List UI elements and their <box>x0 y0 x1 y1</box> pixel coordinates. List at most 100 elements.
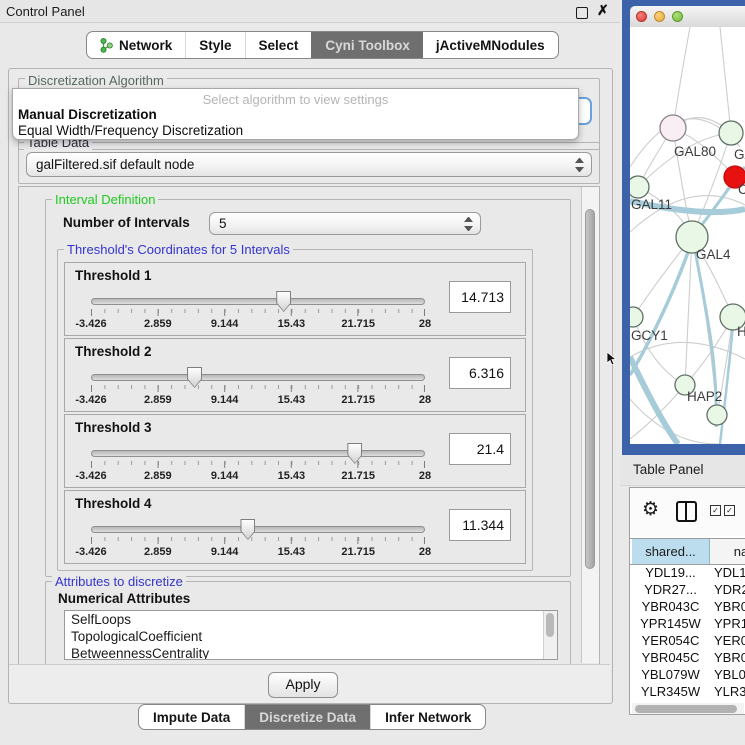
apply-button[interactable]: Apply <box>268 672 338 698</box>
slider-scale-labels: -3.426 2.859 9.144 15.43 21.715 28 <box>91 318 425 331</box>
slider-scale-labels: -3.426 2.859 9.144 15.43 21.715 28 <box>91 546 425 559</box>
column-header-name[interactable]: name <box>710 539 745 564</box>
cell[interactable]: YLR34 <box>709 683 745 700</box>
column-header-shared-name[interactable]: shared... <box>632 539 710 564</box>
cell[interactable]: YER05 <box>709 632 745 649</box>
tab-label: Cyni Toolbox <box>325 38 410 53</box>
threshold-2-value-field[interactable] <box>449 357 511 389</box>
zoom-traffic-light-icon[interactable] <box>672 11 683 22</box>
network-canvas[interactable]: GAL80 GA C GAL11 GAL4 GCY1 H HAP2 <box>630 27 745 444</box>
network-window-titlebar[interactable] <box>630 6 745 28</box>
tab-cyni-toolbox[interactable]: Cyni Toolbox <box>311 32 423 58</box>
node-ga[interactable] <box>719 121 743 145</box>
list-item[interactable]: TopologicalCoefficient <box>65 628 557 645</box>
threshold-3-slider[interactable]: -3.426 2.859 9.144 15.43 21.715 28 <box>91 439 425 485</box>
table-row[interactable]: YBR045CYBR04 <box>632 649 745 666</box>
dropdown-option-equal-width[interactable]: Equal Width/Frequency Discretization <box>18 123 243 138</box>
node-label-gcy1: GCY1 <box>631 328 668 343</box>
tab-discretize-data[interactable]: Discretize Data <box>244 705 370 729</box>
cell[interactable]: YDR27 <box>709 581 745 598</box>
cell[interactable]: YBL079W <box>632 666 709 683</box>
slider-track[interactable] <box>91 450 425 457</box>
settings-scrollbar-thumb[interactable] <box>585 209 595 569</box>
table-row[interactable]: YBL079WYBL07 <box>632 666 745 683</box>
cell[interactable]: YDR27... <box>632 581 709 598</box>
node-gal80[interactable] <box>660 115 686 141</box>
checkbox-icon[interactable] <box>710 505 721 516</box>
checkbox-icon[interactable] <box>724 505 735 516</box>
tab-jactivemnodules[interactable]: jActiveMNodules <box>423 32 558 58</box>
cell[interactable]: YPR145W <box>632 615 709 632</box>
threshold-4-value-field[interactable] <box>449 509 511 541</box>
threshold-4-slider[interactable]: -3.426 2.859 9.144 15.43 21.715 28 <box>91 515 425 561</box>
table-row[interactable]: YDR27...YDR27 <box>632 581 745 598</box>
node-gal11[interactable] <box>630 176 649 198</box>
scale-label: 21.715 <box>341 546 375 558</box>
table-data-combobox[interactable]: galFiltered.sif default node <box>26 152 592 177</box>
threshold-1-slider[interactable]: -3.426 2.859 9.144 15.43 21.715 28 <box>91 287 425 333</box>
list-item[interactable]: BetweennessCentrality <box>65 645 557 660</box>
slider-track[interactable] <box>91 374 425 381</box>
cell[interactable]: YBR04 <box>709 649 745 666</box>
cell[interactable]: YBL07 <box>709 666 745 683</box>
table-hscrollbar[interactable] <box>632 703 744 714</box>
table-header-row: shared... name <box>630 538 745 565</box>
gear-icon[interactable]: ⚙ <box>642 498 659 520</box>
cell[interactable]: YBR043C <box>632 598 709 615</box>
attributes-group: Attributes to discretize Numerical Attri… <box>45 581 571 675</box>
thresholds-group-title: Threshold's Coordinates for 5 Intervals <box>64 242 293 257</box>
threshold-2-panel: Threshold 2 -3.426 2.859 9.144 15.43 21.… <box>64 338 526 412</box>
cell[interactable]: YBR04 <box>709 598 745 615</box>
number-of-intervals-combobox[interactable]: 5 <box>209 212 481 235</box>
settings-scrollbar[interactable] <box>581 187 599 663</box>
cell[interactable]: YLR345W <box>632 683 709 700</box>
combo-spinner-icon <box>575 158 584 172</box>
tab-impute-data[interactable]: Impute Data <box>139 705 244 729</box>
node-gcy1[interactable] <box>630 307 643 327</box>
close-traffic-light-icon[interactable] <box>636 11 647 22</box>
threshold-2-slider[interactable]: -3.426 2.859 9.144 15.43 21.715 28 <box>91 363 425 409</box>
list-item[interactable]: SelfLoops <box>65 611 557 628</box>
tab-network[interactable]: Network <box>87 32 185 58</box>
threshold-3-panel: Threshold 3 -3.426 2.859 9.144 15.43 21.… <box>64 414 526 488</box>
control-panel-titlebar: Control Panel ✗ <box>0 0 620 23</box>
cell[interactable]: YDL19 <box>709 564 745 581</box>
cell[interactable]: YDL19... <box>632 564 709 581</box>
cell[interactable]: YBR045C <box>632 649 709 666</box>
cell[interactable]: YER054C <box>632 632 709 649</box>
scale-label: 9.144 <box>211 394 239 406</box>
thresholds-group: Threshold's Coordinates for 5 Intervals … <box>57 249 533 571</box>
node-bottom[interactable] <box>707 405 727 425</box>
minimize-traffic-light-icon[interactable] <box>654 11 665 22</box>
table-row[interactable]: YER054CYER05 <box>632 632 745 649</box>
table-row[interactable]: YDL19...YDL19 <box>632 564 745 581</box>
slider-scale-labels: -3.426 2.859 9.144 15.43 21.715 28 <box>91 470 425 483</box>
scale-label: 28 <box>419 394 431 406</box>
node-label-c: C <box>738 182 745 197</box>
table-row[interactable]: YPR145WYPR14 <box>632 615 745 632</box>
slider-track[interactable] <box>91 298 425 305</box>
close-icon[interactable]: ✗ <box>597 2 609 19</box>
node-label-hap2: HAP2 <box>687 389 722 404</box>
table-row[interactable]: YBR043CYBR04 <box>632 598 745 615</box>
scale-label: 15.43 <box>278 318 306 330</box>
tab-label: Infer Network <box>385 710 471 725</box>
tab-style[interactable]: Style <box>185 32 244 58</box>
scale-label: 21.715 <box>341 470 375 482</box>
scale-label: 2.859 <box>144 394 172 406</box>
threshold-3-value-field[interactable] <box>449 433 511 465</box>
tab-infer-network[interactable]: Infer Network <box>370 705 485 729</box>
numerical-attributes-label: Numerical Attributes <box>58 591 190 606</box>
table-row[interactable]: YLR345WYLR34 <box>632 683 745 700</box>
columns-icon[interactable] <box>676 501 697 522</box>
tab-label: Impute Data <box>153 710 230 725</box>
tab-select[interactable]: Select <box>245 32 312 58</box>
threshold-1-value-field[interactable] <box>449 281 511 313</box>
cell[interactable]: YPR14 <box>709 615 745 632</box>
list-scrollbar[interactable] <box>543 611 557 659</box>
slider-track[interactable] <box>91 526 425 533</box>
scale-label: 21.715 <box>341 394 375 406</box>
float-window-icon[interactable] <box>576 7 588 19</box>
dropdown-option-manual-discretization[interactable]: Manual Discretization <box>18 107 157 122</box>
table-hscrollbar-thumb[interactable] <box>635 705 737 713</box>
